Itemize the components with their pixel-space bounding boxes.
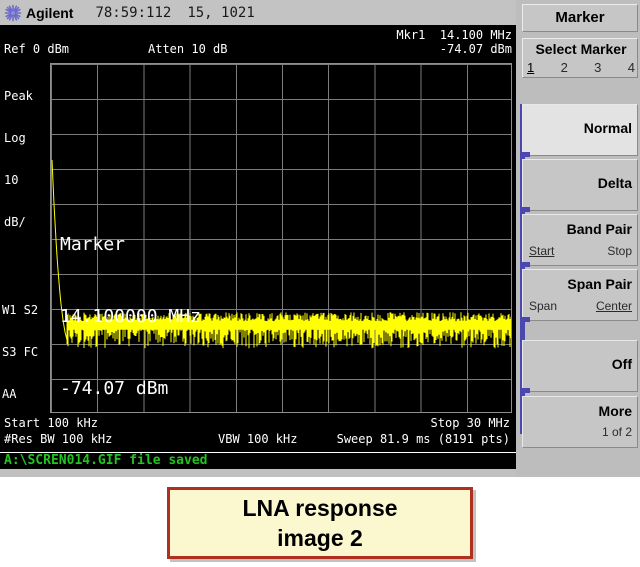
marker-readout-block: Marker 14.100000 MHz -74.07 dBm [60,185,201,449]
softkey-menu-title: Marker [522,4,638,32]
clock-date: 15, 1021 [187,4,255,21]
softkey-more[interactable]: More 1 of 2 [522,396,638,448]
softkey-notch-normal [520,152,530,157]
softkey-notch-delta [520,207,530,212]
marker-readout-amplitude: -74.07 dBm [60,378,169,399]
marker-readout-frequency: 14.100000 MHz [60,306,201,327]
agilent-starburst-icon [3,3,23,23]
video-bandwidth-label: VBW 100 kHz [218,432,298,446]
clock-time: 78:59:112 [95,4,172,21]
softkey-delta[interactable]: Delta [522,159,638,211]
softkey-notch-span-pair [520,317,530,322]
softkey-off[interactable]: Off [522,340,638,392]
start-frequency-label: Start 100 kHz [4,416,98,430]
stop-frequency-label: Stop 30 MHz [430,416,510,430]
select-marker-label: Select Marker [535,41,627,57]
marker-header-amplitude: -74.07 dBm [439,42,512,56]
softkey-span-pair-center[interactable]: Center [596,299,632,313]
caption-line-2: image 2 [277,525,363,551]
brand-label: Agilent [26,4,74,21]
softkey-notch-band-pair [520,262,530,267]
ref-level-label: Ref 0 dBm [4,42,70,56]
select-marker-option-4[interactable]: 4 [628,60,635,75]
instrument-title-bar: Agilent 78:59:112 15, 1021 [0,0,516,25]
softkey-span-pair-label: Span Pair [567,276,632,292]
softkey-notch-off [520,388,530,393]
marker-header-frequency: Mkr1 14.100 MHz [396,28,512,42]
softkey-normal-label: Normal [583,120,632,136]
status-message-text: A:\SCREN014.GIF file saved [4,453,208,468]
select-marker-options[interactable]: 1 2 3 4 [527,60,635,75]
screenshot-root: Agilent 78:59:112 15, 1021 Ref 0 dBm Att… [0,0,640,567]
softkey-more-label: More [598,403,632,419]
softkey-off-label: Off [611,356,632,372]
select-marker-option-1[interactable]: 1 [527,60,534,75]
analyzer-display: Ref 0 dBm Atten 10 dB Mkr1 14.100 MHz -7… [0,25,516,452]
spectrum-analyzer-window: Agilent 78:59:112 15, 1021 Ref 0 dBm Att… [0,0,640,477]
softkey-band-pair-label: Band Pair [566,221,632,237]
select-marker-option-2[interactable]: 2 [561,60,568,75]
softkey-band-pair-stop[interactable]: Stop [607,244,632,258]
softkey-band-pair-start[interactable]: Start [529,244,554,258]
caption-line-1: LNA response [242,495,398,521]
resolution-bandwidth-label: #Res BW 100 kHz [4,432,113,446]
softkey-normal[interactable]: Normal [522,104,638,156]
status-message-bar: A:\SCREN014.GIF file saved [0,452,516,469]
sweep-time-label: Sweep 81.9 ms (8191 pts) [336,432,510,446]
marker-readout-title: Marker [60,234,126,255]
attenuation-label: Atten 10 dB [148,42,228,56]
softkey-delta-label: Delta [597,175,632,191]
select-marker-option-3[interactable]: 3 [594,60,601,75]
softkey-menu-title-label: Marker [555,9,605,26]
softkey-more-page: 1 of 2 [601,425,632,439]
softkey-panel: Marker Select Marker 1 2 3 4 Normal Delt… [516,0,640,477]
softkey-span-pair[interactable]: Span Pair Span Center [522,269,638,321]
caption-box: LNA response image 2 [167,487,473,559]
softkey-band-pair[interactable]: Band Pair Start Stop [522,214,638,266]
softkey-select-marker[interactable]: Select Marker 1 2 3 4 [522,38,638,78]
softkey-span-pair-span[interactable]: Span [529,299,557,313]
